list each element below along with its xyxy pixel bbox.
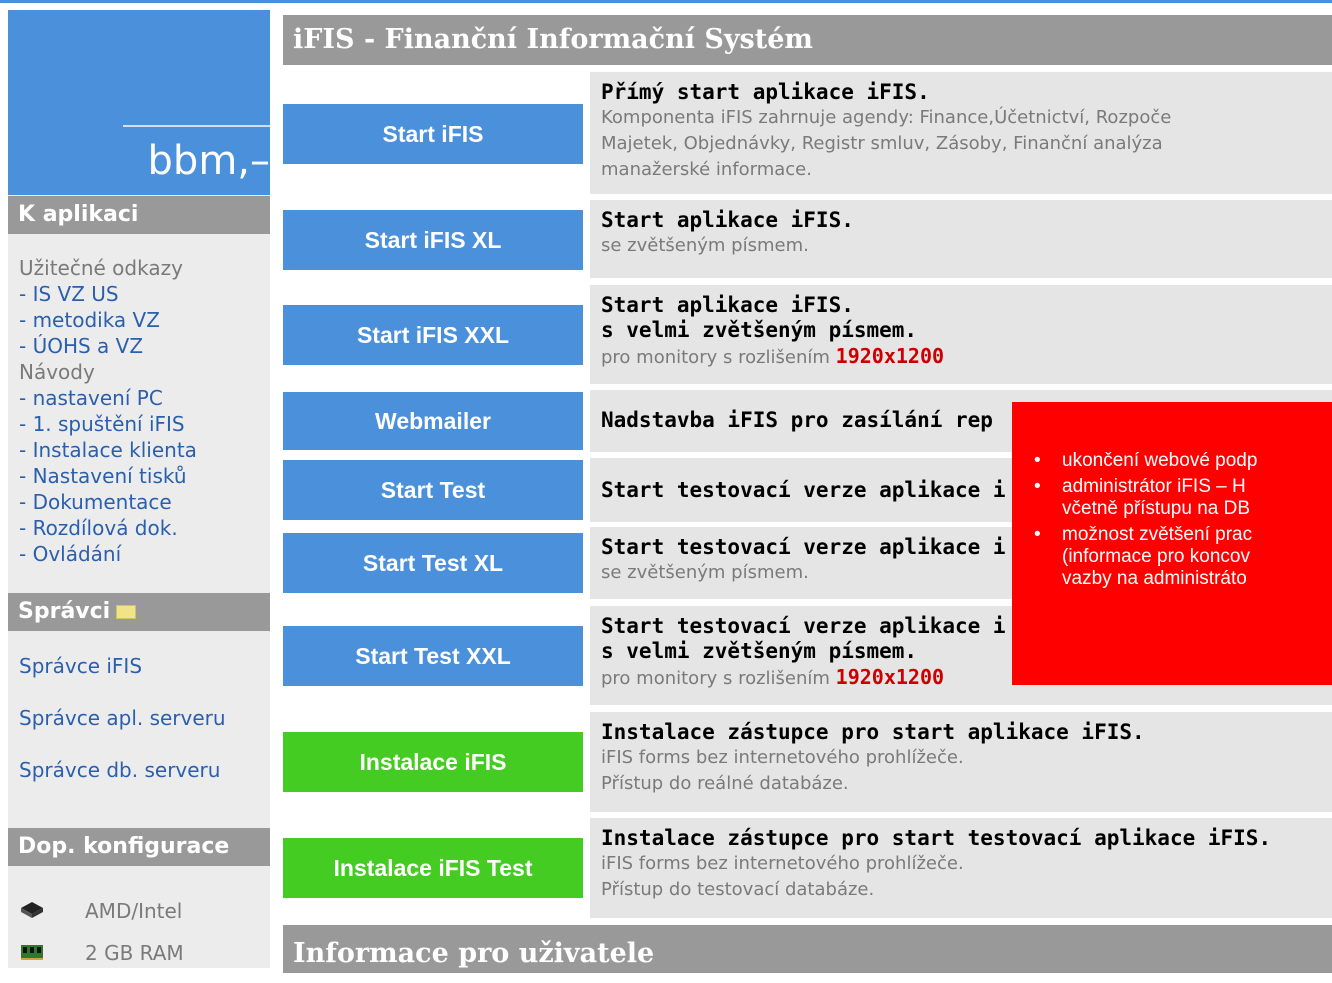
start-ifis-button[interactable]: Start iFIS bbox=[283, 104, 583, 164]
row-title: Instalace zástupce pro start testovací a… bbox=[601, 826, 1272, 850]
row-text: manažerské informace. bbox=[601, 159, 812, 180]
start-test-xl-button[interactable]: Start Test XL bbox=[283, 533, 583, 593]
resolution-value: 1920x1200 bbox=[835, 665, 945, 689]
section-title-informace: Informace pro uživatele bbox=[283, 925, 1332, 973]
sidebar: bbm,– K aplikaci Užitečné odkazy - IS VZ… bbox=[8, 10, 270, 968]
app-row-start-ifis-xl: Start iFIS XL Start aplikace iFIS. se zv… bbox=[283, 200, 1332, 278]
row-text: Majetek, Objednávky, Registr smluv, Záso… bbox=[601, 133, 1163, 154]
logo-divider bbox=[123, 125, 270, 127]
bullet-icon: • bbox=[1034, 524, 1041, 545]
row-text: Komponenta iFIS zahrnuje agendy: Finance… bbox=[601, 107, 1172, 128]
link-spravce-ifis[interactable]: Správce iFIS bbox=[19, 654, 142, 678]
link-dokumentace[interactable]: - Dokumentace bbox=[19, 489, 172, 515]
link-spravce-apl-serveru[interactable]: Správce apl. serveru bbox=[19, 706, 226, 730]
row-resolution-text: pro monitory s rozlišením 1920x1200 bbox=[601, 343, 1332, 371]
row-description: Přímý start aplikace iFIS. Komponenta iF… bbox=[590, 72, 1332, 194]
overlay-item: • administrátor iFIS – H bbox=[1012, 476, 1332, 498]
page-title: iFIS - Finanční Informační Systém bbox=[283, 15, 1332, 65]
link-uohs-a-vz[interactable]: - ÚOHS a VZ bbox=[19, 333, 143, 359]
links-heading: Užitečné odkazy bbox=[19, 256, 183, 280]
logo-box: bbm,– bbox=[8, 10, 270, 195]
link-spravce-db-serveru[interactable]: Správce db. serveru bbox=[19, 758, 220, 782]
link-instalace-klienta[interactable]: - Instalace klienta bbox=[19, 437, 197, 463]
ram-icon bbox=[21, 945, 43, 960]
envelope-icon[interactable] bbox=[116, 605, 137, 619]
guides-heading: Návody bbox=[19, 360, 95, 384]
row-text: se zvětšeným písmem. bbox=[601, 235, 809, 256]
red-info-overlay: • ukončení webové podp • administrátor iFI… bbox=[1012, 402, 1332, 685]
row-description: Start aplikace iFIS. se zvětšeným písmem… bbox=[590, 200, 1332, 278]
overlay-item-text: vazby na administráto bbox=[1062, 568, 1247, 589]
section-header-spravci: Správci bbox=[8, 593, 270, 631]
app-row-instalace-ifis-test: Instalace iFIS Test Instalace zástupce p… bbox=[283, 818, 1332, 918]
link-nastaveni-pc[interactable]: - nastavení PC bbox=[19, 385, 163, 411]
overlay-item: • ukončení webové podp bbox=[1012, 450, 1332, 472]
row-text: Přístup do reálné databáze. bbox=[601, 773, 849, 794]
row-text: iFIS forms bez internetového prohlížeče. bbox=[601, 747, 964, 768]
section-header-k-aplikaci: K aplikaci bbox=[8, 196, 270, 234]
row-title: Start aplikace iFIS. bbox=[601, 208, 854, 232]
instalace-ifis-button[interactable]: Instalace iFIS bbox=[283, 732, 583, 792]
webmailer-button[interactable]: Webmailer bbox=[283, 392, 583, 450]
overlay-item-text: včetně přístupu na DB bbox=[1062, 498, 1250, 519]
overlay-item: • možnost zvětšení prac bbox=[1012, 524, 1332, 546]
bullet-icon: • bbox=[1034, 450, 1041, 471]
section-header-spravci-label: Správci bbox=[18, 599, 111, 624]
overlay-item-text: administrátor iFIS – H bbox=[1062, 476, 1246, 497]
section-header-dop-konfigurace: Dop. konfigurace bbox=[8, 828, 270, 866]
link-ovladani[interactable]: - Ovládání bbox=[19, 541, 121, 567]
row-text: Přístup do testovací databáze. bbox=[601, 879, 875, 900]
top-accent-line bbox=[0, 0, 1332, 3]
row-title: Instalace zástupce pro start aplikace iF… bbox=[601, 720, 1145, 744]
overlay-item-continuation: vazby na administráto bbox=[1012, 568, 1332, 590]
start-test-button[interactable]: Start Test bbox=[283, 460, 583, 520]
link-prvni-spusteni[interactable]: - 1. spuštění iFIS bbox=[19, 411, 185, 437]
cpu-icon bbox=[21, 902, 43, 918]
resolution-label: pro monitory s rozlišením bbox=[601, 668, 836, 689]
instalace-ifis-test-button[interactable]: Instalace iFIS Test bbox=[283, 838, 583, 898]
row-title: Přímý start aplikace iFIS. bbox=[601, 80, 930, 104]
app-row-instalace-ifis: Instalace iFIS Instalace zástupce pro st… bbox=[283, 712, 1332, 812]
row-title: Start aplikace iFIS. bbox=[601, 293, 854, 317]
link-nastaveni-tisku[interactable]: - Nastavení tisků bbox=[19, 463, 187, 489]
app-row-start-ifis: Start iFIS Přímý start aplikace iFIS. Ko… bbox=[283, 72, 1332, 194]
resolution-label: pro monitory s rozlišením bbox=[601, 347, 836, 368]
config-ram-text: 2 GB RAM bbox=[85, 941, 184, 965]
config-cpu-text: AMD/Intel bbox=[85, 899, 183, 923]
overlay-item-text: (informace pro koncov bbox=[1062, 546, 1250, 567]
app-row-start-ifis-xxl: Start iFIS XXL Start aplikace iFIS. s ve… bbox=[283, 285, 1332, 384]
overlay-item-text: možnost zvětšení prac bbox=[1062, 524, 1253, 545]
row-description: Instalace zástupce pro start testovací a… bbox=[590, 818, 1332, 918]
bullet-icon: • bbox=[1034, 476, 1041, 497]
link-metodika-vz[interactable]: - metodika VZ bbox=[19, 307, 160, 333]
start-ifis-xl-button[interactable]: Start iFIS XL bbox=[283, 210, 583, 270]
overlay-item-continuation: včetně přístupu na DB bbox=[1012, 498, 1332, 520]
resolution-value: 1920x1200 bbox=[835, 344, 945, 368]
row-description: Instalace zástupce pro start aplikace iF… bbox=[590, 712, 1332, 812]
overlay-item-text: ukončení webové podp bbox=[1062, 450, 1258, 471]
link-is-vz-us[interactable]: - IS VZ US bbox=[19, 281, 119, 307]
overlay-list: • ukončení webové podp • administrátor iFI… bbox=[1012, 450, 1332, 594]
row-subtitle: s velmi zvětšeným písmem. bbox=[601, 318, 918, 342]
start-ifis-xxl-button[interactable]: Start iFIS XXL bbox=[283, 305, 583, 365]
start-test-xxl-button[interactable]: Start Test XXL bbox=[283, 626, 583, 686]
link-rozdilova-dok[interactable]: - Rozdílová dok. bbox=[19, 515, 178, 541]
logo-text: bbm,– bbox=[147, 138, 270, 184]
row-description: Start aplikace iFIS. s velmi zvětšeným p… bbox=[590, 285, 1332, 384]
overlay-item-continuation: (informace pro koncov bbox=[1012, 546, 1332, 568]
row-text: iFIS forms bez internetového prohlížeče. bbox=[601, 853, 964, 874]
